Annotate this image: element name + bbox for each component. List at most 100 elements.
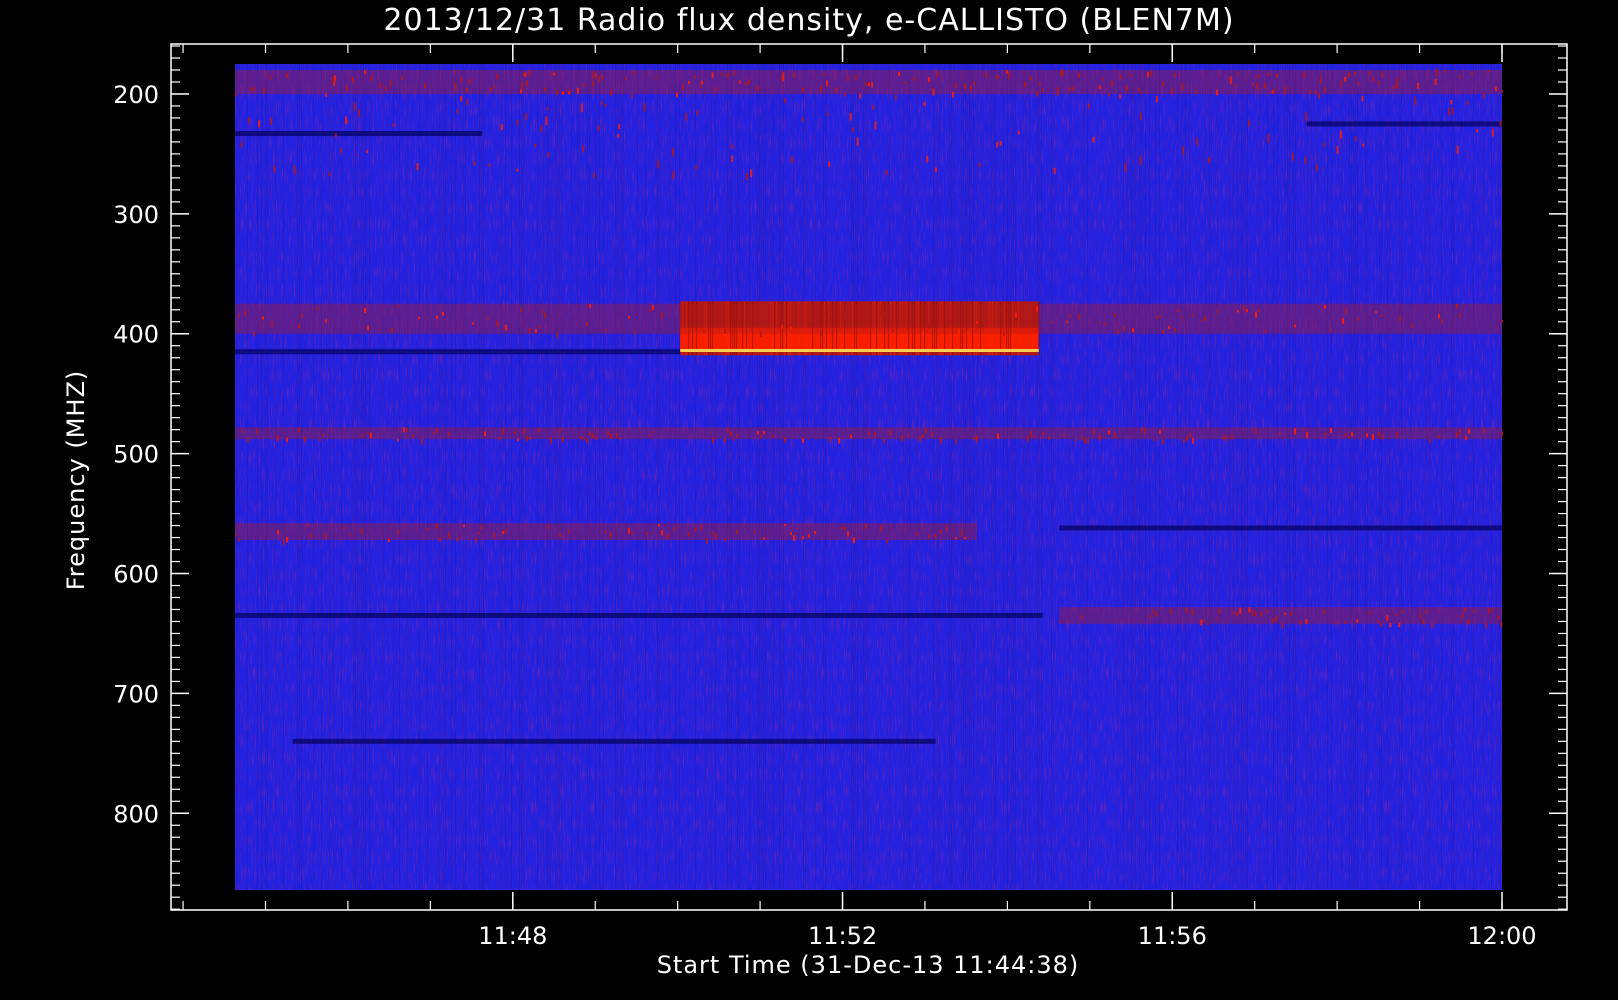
emission-speck [556, 333, 558, 338]
texture-line [283, 64, 284, 890]
emission-speck [1192, 313, 1194, 317]
interference-dot [591, 71, 594, 79]
texture-line [1499, 64, 1500, 890]
interference-dot [580, 103, 583, 113]
texture-line [1331, 64, 1332, 890]
emission-speck [1264, 82, 1266, 89]
texture-line [853, 64, 854, 890]
texture-line [1133, 64, 1134, 890]
texture-line [557, 64, 558, 890]
emission-speck [715, 533, 717, 540]
texture-line [969, 64, 970, 890]
interference-dot [1005, 69, 1008, 74]
emission-speck [424, 83, 426, 88]
emission-speck [502, 428, 504, 435]
emission-speck [868, 82, 870, 87]
emission-speck [727, 73, 729, 78]
emission-speck [1170, 608, 1173, 614]
emission-speck [1141, 91, 1143, 94]
emission-speck [997, 433, 999, 439]
y-axis-label: Frequency (MHZ) [62, 370, 90, 591]
emission-speck [235, 93, 237, 97]
emission-speck [1216, 310, 1218, 314]
emission-speck [448, 532, 450, 538]
emission-speck [946, 525, 948, 531]
emission-speck [556, 90, 558, 96]
texture-line [855, 64, 856, 890]
emission-speck [1290, 612, 1293, 616]
texture-line [1381, 64, 1382, 890]
emission-speck [1417, 82, 1419, 89]
texture-line [247, 64, 248, 890]
emission-speck [853, 537, 855, 544]
interference-dot [695, 164, 698, 170]
interference-dot [996, 74, 999, 79]
texture-line [579, 64, 580, 890]
x-tick-label: 11:48 [478, 922, 547, 950]
texture-line [1229, 64, 1230, 890]
emission-speck [964, 83, 966, 90]
texture-line [953, 64, 954, 890]
interference-dot [293, 165, 296, 175]
emission-speck [904, 81, 906, 84]
emission-speck [721, 72, 723, 76]
texture-line [555, 64, 556, 890]
emission-speck [247, 437, 249, 443]
texture-line [1357, 64, 1358, 890]
emission-speck [1284, 612, 1287, 616]
emission-speck [844, 526, 846, 531]
texture-line [1233, 64, 1234, 890]
emission-speck [1030, 76, 1032, 81]
texture-line [1007, 64, 1008, 890]
interference-dot [1340, 80, 1343, 87]
texture-line [1401, 64, 1402, 890]
emission-speck [811, 319, 813, 324]
interference-dot [460, 96, 463, 102]
emission-speck [412, 434, 414, 437]
emission-speck [1218, 609, 1221, 614]
emission-speck [1120, 75, 1122, 79]
interference-dot [1339, 130, 1342, 139]
texture-line [333, 64, 334, 890]
texture-line [481, 64, 482, 890]
texture-line [321, 64, 322, 890]
interference-dot [1451, 107, 1454, 115]
interference-dot [1315, 164, 1318, 172]
interference-dot [731, 144, 734, 149]
texture-line [749, 64, 750, 890]
texture-line [815, 64, 816, 890]
emission-speck [865, 81, 867, 87]
emission-speck [301, 313, 303, 318]
interference-dot [1119, 94, 1122, 99]
texture-line [983, 64, 984, 890]
interference-dot [1248, 120, 1251, 127]
emission-speck [1393, 85, 1395, 89]
texture-line [963, 64, 964, 890]
emission-speck [1039, 82, 1041, 86]
interference-dot [1195, 89, 1198, 94]
emission-speck [493, 85, 495, 89]
texture-line [1387, 64, 1388, 890]
emission-speck [1255, 311, 1257, 318]
texture-line [623, 64, 624, 890]
emission-speck [1461, 614, 1464, 618]
interference-dot [328, 172, 331, 177]
interference-dot [1435, 68, 1438, 77]
emission-speck [1330, 427, 1332, 433]
interference-dot [488, 163, 491, 167]
emission-speck [466, 87, 468, 93]
emission-speck [907, 323, 909, 330]
interference-dot [1182, 146, 1185, 155]
emission-speck [1488, 608, 1491, 614]
emission-speck [325, 319, 327, 323]
emission-speck [1147, 71, 1149, 78]
emission-speck [1356, 619, 1359, 623]
emission-speck [880, 310, 882, 314]
emission-speck [1075, 438, 1077, 442]
texture-line [1285, 64, 1286, 890]
texture-line [965, 64, 966, 890]
emission-speck [1366, 433, 1368, 437]
emission-speck [1201, 319, 1203, 322]
emission-speck [850, 434, 852, 439]
emission-speck [1251, 609, 1254, 616]
